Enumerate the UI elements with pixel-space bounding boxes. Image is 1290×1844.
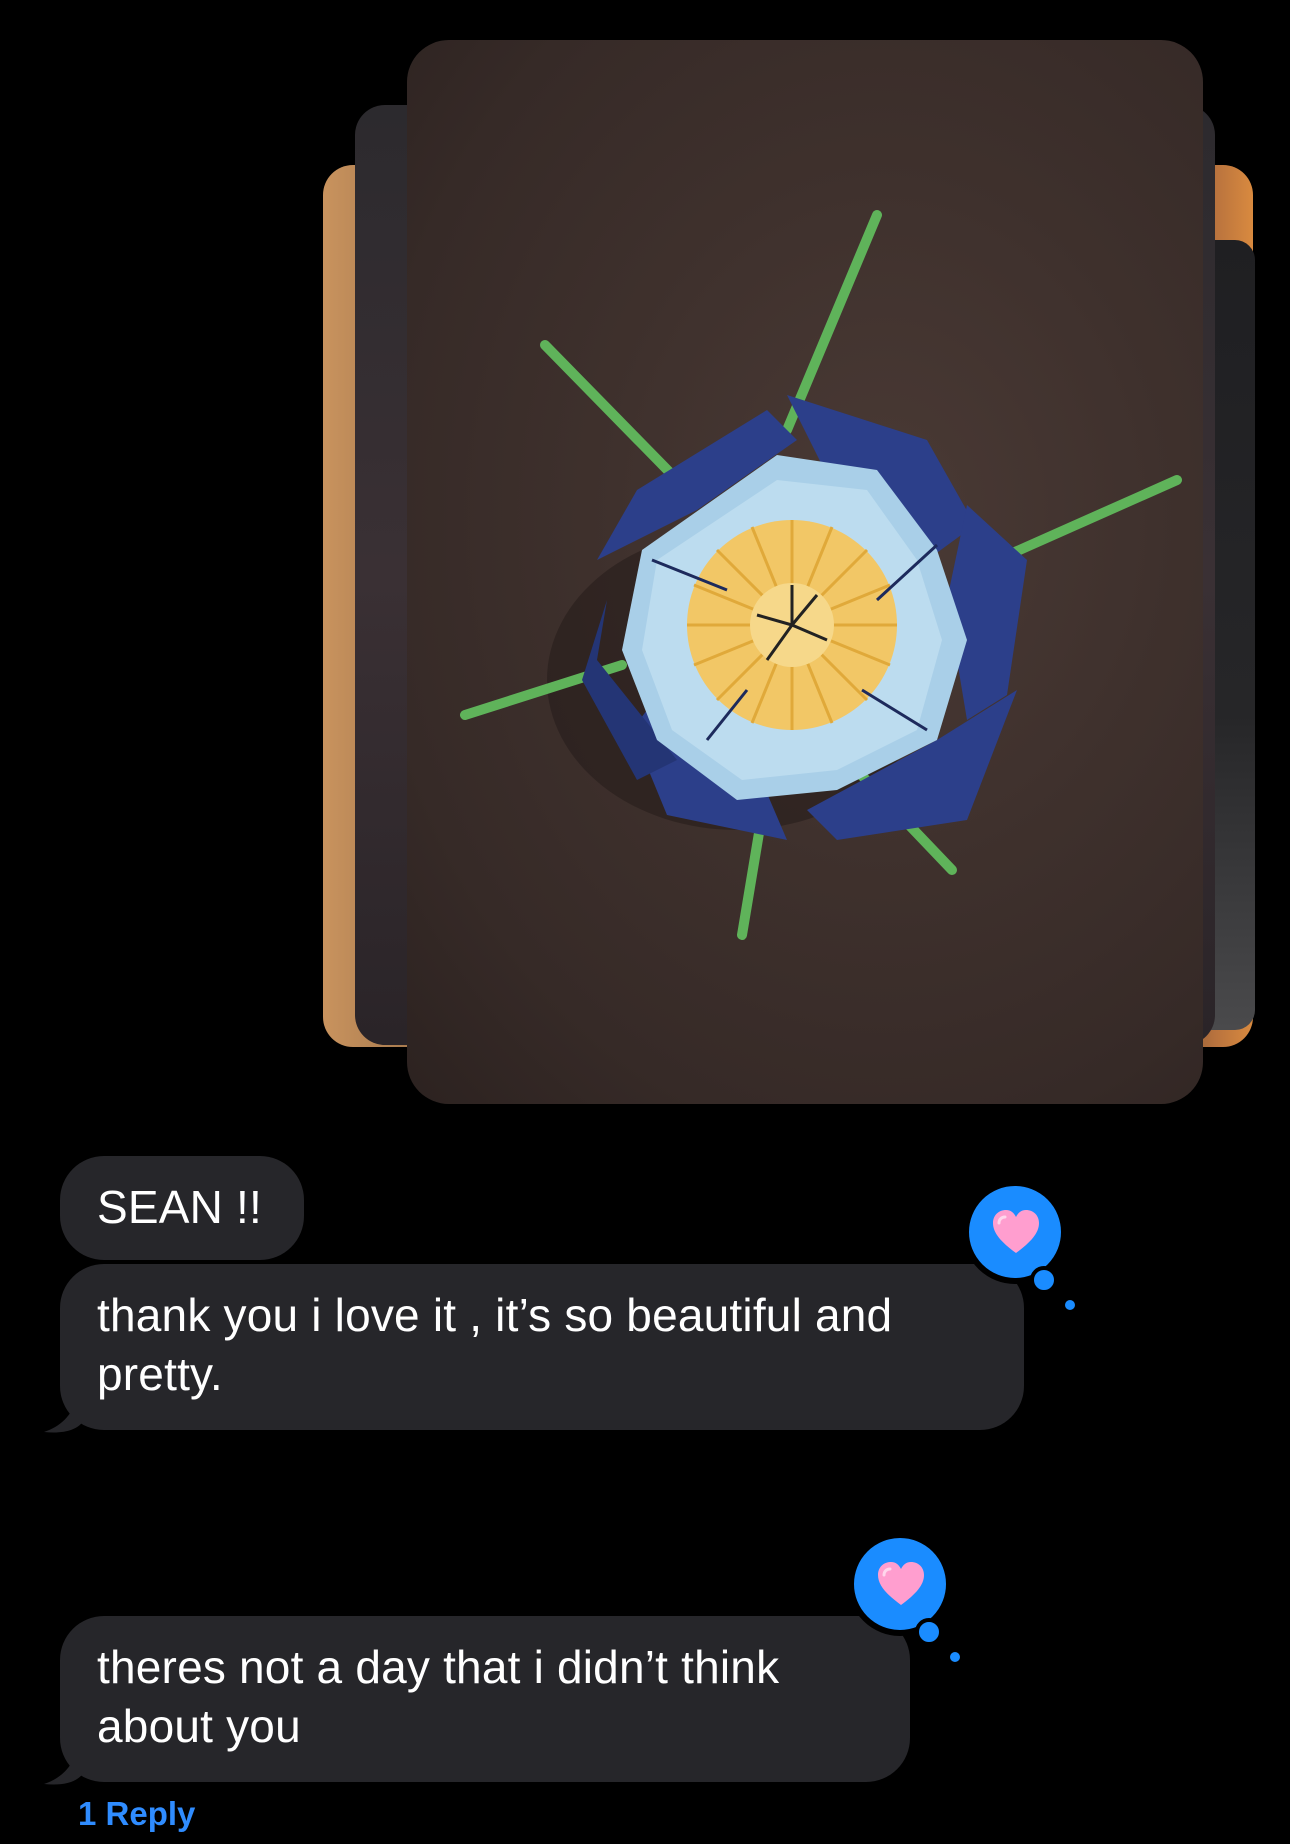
tapback-tail-dot [1061, 1296, 1079, 1314]
message-text: theres not a day that i didn’t think abo… [97, 1641, 780, 1752]
reply-thread-link[interactable]: 1 Reply [78, 1794, 195, 1834]
flower-center [687, 520, 897, 730]
leaf [782, 210, 882, 435]
tapback-tail-dot [915, 1618, 943, 1646]
heart-icon [993, 1210, 1039, 1253]
tapback-tail-dot [1030, 1266, 1058, 1294]
photo-main-image[interactable] [407, 40, 1203, 1104]
message-bubble[interactable]: thank you i love it , it’s so beautiful … [60, 1264, 1024, 1430]
heart-icon [878, 1562, 924, 1605]
message-text: SEAN !! [97, 1181, 263, 1233]
tapback-tail-dot [946, 1648, 964, 1666]
leaf [540, 340, 692, 495]
message-bubble[interactable]: SEAN !! [60, 1156, 304, 1260]
bubble-tail [44, 1742, 84, 1785]
message-text: thank you i love it , it’s so beautiful … [97, 1289, 893, 1400]
paper-flower-illustration [460, 210, 1182, 940]
leaf [992, 475, 1182, 565]
bubble-tail [44, 1390, 84, 1433]
message-bubble[interactable]: theres not a day that i didn’t think abo… [60, 1616, 910, 1782]
photo-stack[interactable] [0, 0, 1290, 1120]
